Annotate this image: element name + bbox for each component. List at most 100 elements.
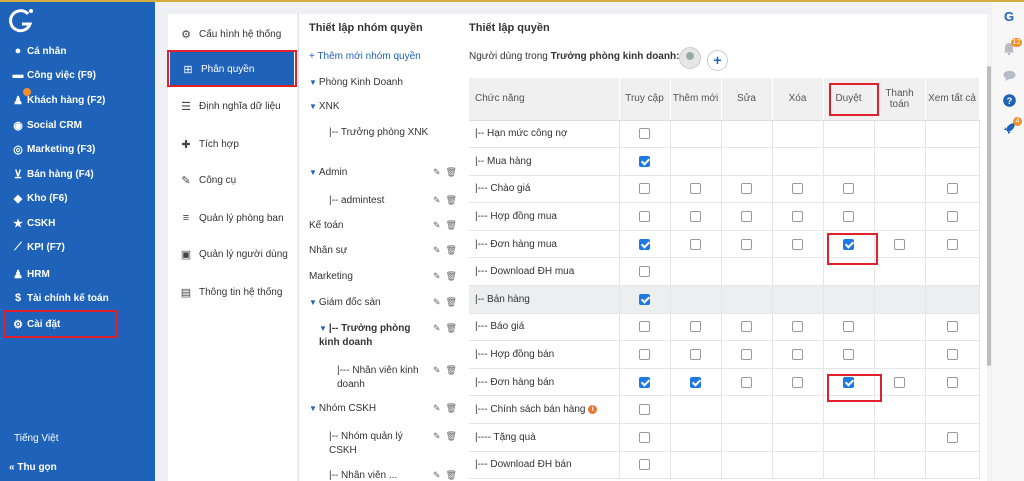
group-item[interactable]: ▼ Phòng Kinh Doanh <box>309 76 429 90</box>
caret-down-icon[interactable]: ▼ <box>309 298 317 307</box>
permission-checkbox[interactable] <box>946 321 958 333</box>
permission-checkbox[interactable] <box>946 238 958 250</box>
caret-down-icon[interactable]: ▼ <box>309 404 317 413</box>
group-item[interactable]: |-- Nhóm quản lý CSKH <box>309 430 429 458</box>
permission-checkbox[interactable] <box>639 155 650 167</box>
permission-checkbox[interactable] <box>843 321 854 333</box>
sidebar-item-khach-hang[interactable]: ♟ Khách hàng (F2) <box>11 88 105 109</box>
pencil-icon[interactable]: ✎ <box>433 470 446 480</box>
group-item[interactable]: Marketing <box>309 270 429 284</box>
language-selector[interactable]: Tiếng Việt <box>14 433 58 444</box>
trash-icon[interactable]: 🗑 <box>446 220 462 230</box>
permission-checkbox[interactable] <box>690 183 701 195</box>
permission-checkbox[interactable] <box>946 348 958 360</box>
permission-checkbox[interactable] <box>741 348 752 360</box>
permission-checkbox[interactable] <box>741 238 752 250</box>
permission-checkbox[interactable] <box>639 348 650 360</box>
sidebar-item-marketing[interactable]: ◎ Marketing (F3) <box>11 140 95 158</box>
group-item[interactable]: ▼ Nhóm CSKH <box>309 402 429 416</box>
pencil-icon[interactable]: ✎ <box>433 195 446 205</box>
group-item[interactable]: ▼ XNK <box>309 100 429 114</box>
pencil-icon[interactable]: ✎ <box>433 297 446 307</box>
pencil-icon[interactable]: ✎ <box>433 220 446 230</box>
permission-checkbox[interactable] <box>741 211 752 222</box>
sidebar-item-ban-hang[interactable]: ⊻ Bán hàng (F4) <box>11 165 94 183</box>
permission-checkbox[interactable] <box>946 183 958 195</box>
trash-icon[interactable]: 🗑 <box>446 431 462 441</box>
permission-checkbox[interactable] <box>792 183 803 195</box>
caret-down-icon[interactable]: ▼ <box>319 324 327 333</box>
permission-checkbox[interactable] <box>741 376 752 388</box>
caret-down-icon[interactable]: ▼ <box>309 102 317 111</box>
permission-checkbox[interactable] <box>894 376 905 388</box>
app-logo-icon[interactable] <box>6 6 36 36</box>
sidebar-item-tai-chinh-ke-toan[interactable]: $ Tài chính kế toán <box>11 289 109 307</box>
permission-checkbox[interactable] <box>639 431 650 443</box>
group-item[interactable]: Nhân sự <box>309 244 429 258</box>
permission-checkbox[interactable] <box>894 238 905 250</box>
trash-icon[interactable]: 🗑 <box>446 245 462 255</box>
pencil-icon[interactable]: ✎ <box>433 167 446 177</box>
permission-checkbox[interactable] <box>639 321 650 333</box>
group-item[interactable]: |-- Trưởng phòng XNK <box>309 126 429 140</box>
permission-checkbox[interactable] <box>946 431 958 443</box>
settings-item-3[interactable]: ✚ Tích hợp <box>168 126 297 162</box>
caret-down-icon[interactable]: ▼ <box>309 168 317 177</box>
settings-item-2[interactable]: ☰ Định nghĩa dữ liệu <box>168 88 297 124</box>
info-icon[interactable]: i <box>588 405 598 415</box>
trash-icon[interactable]: 🗑 <box>446 195 462 205</box>
settings-item-6[interactable]: ▣ Quản lý người dùng <box>168 236 297 272</box>
settings-item-4[interactable]: ✎ Công cụ <box>168 162 297 198</box>
permission-checkbox[interactable] <box>639 293 650 305</box>
pencil-icon[interactable]: ✎ <box>433 365 446 375</box>
pencil-icon[interactable]: ✎ <box>433 403 446 413</box>
permission-checkbox[interactable] <box>792 376 803 388</box>
permission-checkbox[interactable] <box>690 348 701 360</box>
trash-icon[interactable]: 🗑 <box>446 271 462 281</box>
permission-checkbox[interactable] <box>639 128 650 140</box>
settings-item-7[interactable]: ▤ Thông tin hệ thống <box>168 274 297 310</box>
collapse-button[interactable]: « Thu gọn <box>9 462 57 473</box>
sidebar-item-hrm[interactable]: ♟ HRM <box>11 265 50 283</box>
trash-icon[interactable]: 🗑 <box>446 297 462 307</box>
add-user-button[interactable]: + <box>707 50 728 71</box>
trash-icon[interactable]: 🗑 <box>446 403 462 413</box>
permission-checkbox[interactable] <box>843 348 854 360</box>
permission-checkbox[interactable] <box>792 321 803 333</box>
pencil-icon[interactable]: ✎ <box>433 323 446 333</box>
sidebar-item-social-crm[interactable]: ◉ Social CRM <box>11 116 82 134</box>
caret-down-icon[interactable]: ▼ <box>309 78 317 87</box>
permission-checkbox[interactable] <box>946 376 958 388</box>
permission-checkbox[interactable] <box>639 404 650 416</box>
permission-checkbox[interactable] <box>792 211 803 222</box>
permission-checkbox[interactable] <box>639 211 650 222</box>
permission-checkbox[interactable] <box>843 211 854 222</box>
permission-checkbox[interactable] <box>741 183 752 195</box>
permission-checkbox[interactable] <box>792 238 803 250</box>
pencil-icon[interactable]: ✎ <box>433 271 446 281</box>
sidebar-item-cong-viec[interactable]: ▬ Công việc (F9) <box>11 66 96 84</box>
group-item[interactable]: |-- Nhân viên ... <box>309 469 429 481</box>
group-item[interactable]: Kế toán <box>309 219 429 233</box>
trash-icon[interactable]: 🗑 <box>446 323 462 333</box>
trash-icon[interactable]: 🗑 <box>446 470 462 480</box>
sidebar-item-kho[interactable]: ◆ Kho (F6) <box>11 189 68 207</box>
permission-checkbox[interactable] <box>690 211 701 222</box>
settings-item-0[interactable]: ⚙ Cấu hình hệ thống <box>168 16 297 52</box>
add-group-link[interactable]: + Thêm mới nhóm quyền <box>309 51 421 62</box>
trash-icon[interactable]: 🗑 <box>446 167 462 177</box>
group-item[interactable]: |--- Nhân viên kinh doanh <box>309 364 429 392</box>
permission-checkbox[interactable] <box>639 183 650 195</box>
settings-item-5[interactable]: ≡ Quản lý phòng ban <box>168 200 297 236</box>
avatar[interactable] <box>679 47 701 69</box>
permission-checkbox[interactable] <box>741 321 752 333</box>
group-item[interactable]: ▼ Admin <box>309 166 429 180</box>
permission-checkbox[interactable] <box>946 211 958 222</box>
sidebar-item-kpi[interactable]: ⟋ KPI (F7) <box>11 238 65 256</box>
trash-icon[interactable]: 🗑 <box>446 365 462 375</box>
permission-checkbox[interactable] <box>639 376 650 388</box>
sidebar-item-cskh[interactable]: ★ CSKH <box>11 214 55 232</box>
group-item[interactable]: |-- admintest <box>309 194 429 208</box>
permission-checkbox[interactable] <box>639 266 650 278</box>
group-item[interactable]: ▼ Giám đốc sàn <box>309 296 429 310</box>
